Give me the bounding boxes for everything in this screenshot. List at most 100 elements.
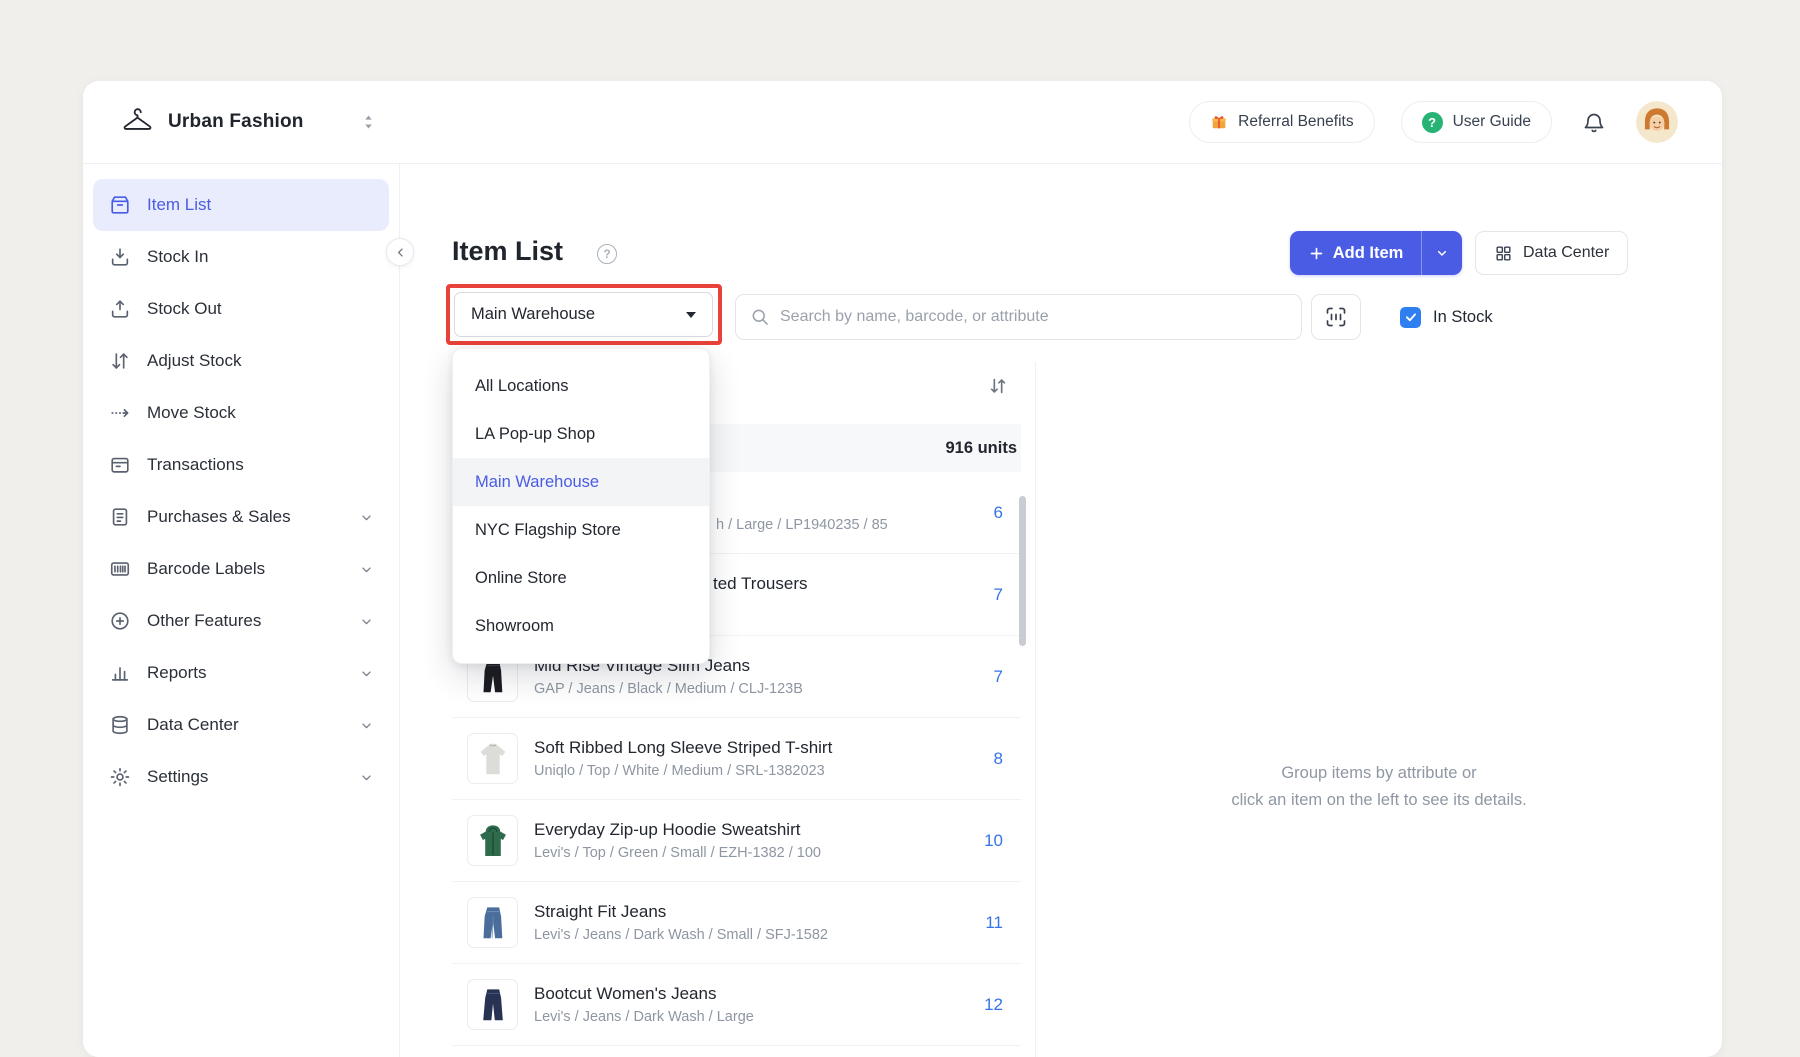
- sidebar-item-reports[interactable]: Reports: [93, 647, 389, 699]
- sort-order-icon[interactable]: [985, 373, 1011, 399]
- sidebar-item-label: Purchases & Sales: [147, 507, 291, 527]
- stock-out-icon: [109, 298, 131, 320]
- item-row[interactable]: Bootcut Women's Jeans Levi's / Jeans / D…: [452, 964, 1021, 1046]
- item-thumbnail-green-hoodie: [467, 815, 518, 866]
- menu-option-nyc-flagship-store[interactable]: NYC Flagship Store: [453, 506, 709, 554]
- user-guide-label: User Guide: [1453, 113, 1531, 131]
- chevron-down-icon: [358, 613, 375, 630]
- notifications-bell-icon[interactable]: [1582, 110, 1606, 134]
- sidebar-item-settings[interactable]: Settings: [93, 751, 389, 803]
- sidebar-item-label: Item List: [147, 195, 211, 215]
- box-icon: [109, 194, 131, 216]
- item-quantity: 7: [984, 585, 1003, 605]
- app-window: Urban Fashion Referral Benefits ?: [83, 81, 1722, 1057]
- plus-icon: [1308, 245, 1325, 262]
- item-quantity: 11: [975, 913, 1003, 933]
- item-quantity: 12: [974, 995, 1003, 1015]
- sidebar-item-label: Settings: [147, 767, 208, 787]
- document-icon: [109, 506, 131, 528]
- stock-in-icon: [109, 246, 131, 268]
- plus-circle-icon: [109, 610, 131, 632]
- sidebar-item-label: Stock Out: [147, 299, 222, 319]
- sidebar-item-stock-out[interactable]: Stock Out: [93, 283, 389, 335]
- item-name: Bootcut Women's Jeans: [534, 984, 754, 1004]
- sidebar: Item List Stock In Stock Out Adjust Stoc…: [83, 164, 400, 1057]
- sidebar-item-adjust-stock[interactable]: Adjust Stock: [93, 335, 389, 387]
- item-row[interactable]: Soft Ribbed Long Sleeve Striped T-shirt …: [452, 718, 1021, 800]
- list-scrollbar-thumb[interactable]: [1019, 496, 1026, 646]
- barcode-scan-button[interactable]: [1311, 294, 1361, 340]
- table-card-icon: [109, 454, 131, 476]
- chevron-down-icon: [358, 509, 375, 526]
- location-select-value: Main Warehouse: [471, 305, 595, 324]
- search-input[interactable]: [780, 308, 1287, 326]
- sidebar-item-barcode-labels[interactable]: Barcode Labels: [93, 543, 389, 595]
- menu-option-all-locations[interactable]: All Locations: [453, 362, 709, 410]
- in-stock-checkbox[interactable]: [1400, 307, 1421, 328]
- add-item-button[interactable]: Add Item: [1290, 231, 1422, 275]
- sidebar-item-other-features[interactable]: Other Features: [93, 595, 389, 647]
- item-attributes: Uniqlo / Top / White / Medium / SRL-1382…: [534, 763, 832, 780]
- sidebar-item-stock-in[interactable]: Stock In: [93, 231, 389, 283]
- arrows-up-down-icon: [109, 350, 131, 372]
- sidebar-item-item-list[interactable]: Item List: [93, 179, 389, 231]
- sidebar-item-label: Data Center: [147, 715, 239, 735]
- sidebar-item-label: Other Features: [147, 611, 261, 631]
- bar-chart-icon: [109, 662, 131, 684]
- item-quantity: 8: [984, 749, 1003, 769]
- caret-down-icon: [686, 312, 696, 318]
- item-thumbnail-dark-jeans: [467, 979, 518, 1030]
- sidebar-item-label: Stock In: [147, 247, 208, 267]
- grid-icon: [1494, 244, 1513, 263]
- sidebar-item-label: Reports: [147, 663, 207, 683]
- item-attributes: Levi's / Jeans / Dark Wash / Large: [534, 1009, 754, 1026]
- item-attributes: GAP / Jeans / Black / Medium / CLJ-123B: [534, 681, 803, 698]
- user-avatar[interactable]: [1636, 101, 1678, 143]
- app-header: Urban Fashion Referral Benefits ?: [83, 81, 1722, 164]
- in-stock-filter: In Stock: [1400, 294, 1493, 340]
- menu-option-main-warehouse[interactable]: Main Warehouse: [453, 458, 709, 506]
- sidebar-item-label: Move Stock: [147, 403, 236, 423]
- item-quantity: 7: [984, 667, 1003, 687]
- brand: Urban Fashion: [121, 81, 375, 163]
- sidebar-item-purchases-sales[interactable]: Purchases & Sales: [93, 491, 389, 543]
- header-actions: Referral Benefits ? User Guide: [1189, 81, 1678, 163]
- add-item-dropdown-button[interactable]: [1422, 231, 1462, 275]
- item-row[interactable]: Everyday Zip-up Hoodie Sweatshirt Levi's…: [452, 800, 1021, 882]
- user-guide-button[interactable]: ? User Guide: [1401, 101, 1552, 143]
- sidebar-item-label: Adjust Stock: [147, 351, 242, 371]
- location-dropdown-menu: All Locations LA Pop-up Shop Main Wareho…: [452, 348, 710, 664]
- database-icon: [109, 714, 131, 736]
- sidebar-collapse-button[interactable]: [386, 238, 414, 266]
- location-select[interactable]: Main Warehouse: [454, 292, 713, 337]
- item-thumbnail-blue-jeans: [467, 897, 518, 948]
- workspace-switcher-icon[interactable]: [362, 111, 375, 133]
- item-row[interactable]: Straight Fit Jeans Levi's / Jeans / Dark…: [452, 882, 1021, 964]
- sidebar-item-move-stock[interactable]: Move Stock: [93, 387, 389, 439]
- item-attributes: Levi's / Jeans / Dark Wash / Small / SFJ…: [534, 927, 828, 944]
- sidebar-item-data-center[interactable]: Data Center: [93, 699, 389, 751]
- data-center-label: Data Center: [1523, 244, 1609, 262]
- menu-option-online-store[interactable]: Online Store: [453, 554, 709, 602]
- gift-icon: [1210, 113, 1228, 131]
- referral-benefits-button[interactable]: Referral Benefits: [1189, 101, 1374, 143]
- item-name: Straight Fit Jeans: [534, 902, 828, 922]
- hanger-logo-icon: [121, 106, 154, 139]
- item-quantity: 10: [974, 831, 1003, 851]
- detail-panel: Group items by attribute or click an ite…: [1035, 362, 1722, 1057]
- page-title: Item List: [452, 236, 563, 267]
- help-circle-icon[interactable]: ?: [597, 244, 617, 264]
- data-center-button[interactable]: Data Center: [1475, 231, 1628, 275]
- menu-option-showroom[interactable]: Showroom: [453, 602, 709, 650]
- menu-option-la-pop-up-shop[interactable]: LA Pop-up Shop: [453, 410, 709, 458]
- item-quantity: 6: [984, 503, 1003, 523]
- add-item-label: Add Item: [1333, 244, 1404, 263]
- barcode-icon: [109, 558, 131, 580]
- item-name: Everyday Zip-up Hoodie Sweatshirt: [534, 820, 821, 840]
- question-circle-icon: ?: [1422, 112, 1443, 133]
- in-stock-label: In Stock: [1433, 308, 1493, 327]
- item-thumbnail-gray-sweater: [467, 733, 518, 784]
- item-name: Soft Ribbed Long Sleeve Striped T-shirt: [534, 738, 832, 758]
- search-icon: [750, 307, 770, 327]
- sidebar-item-transactions[interactable]: Transactions: [93, 439, 389, 491]
